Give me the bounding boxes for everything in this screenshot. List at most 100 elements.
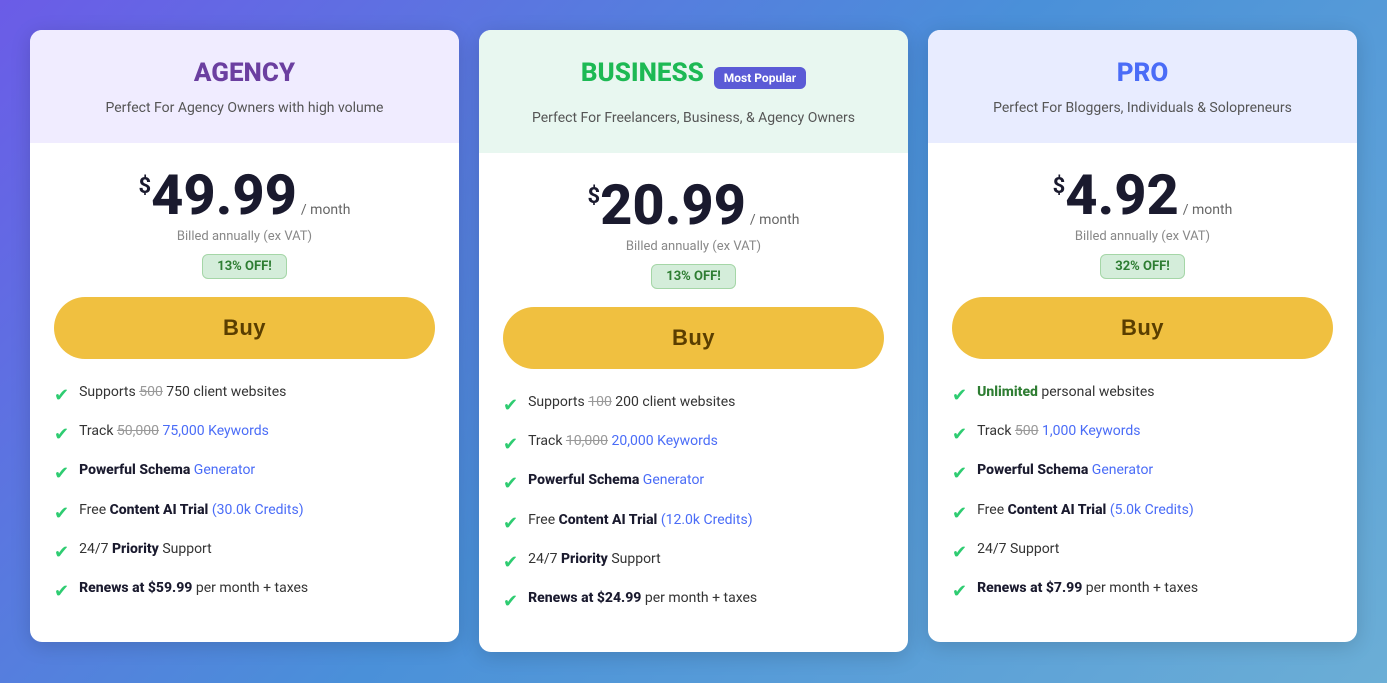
billed-text: Billed annually (ex VAT) bbox=[503, 239, 884, 254]
discount-row: 32% OFF! bbox=[952, 254, 1333, 297]
feature-text: Track 10,000 20,000 Keywords bbox=[528, 432, 884, 452]
feature-text: Free Content AI Trial (30.0k Credits) bbox=[79, 501, 435, 521]
feature-text: Renews at $7.99 per month + taxes bbox=[977, 579, 1333, 599]
feature-link[interactable]: Generator bbox=[194, 462, 255, 478]
feature-item: ✔ 24/7 Support bbox=[952, 540, 1333, 565]
feature-item: ✔ Renews at $7.99 per month + taxes bbox=[952, 579, 1333, 604]
buy-button-pro[interactable]: Buy bbox=[952, 297, 1333, 359]
plan-description: Perfect For Bloggers, Individuals & Solo… bbox=[952, 98, 1333, 119]
check-icon: ✔ bbox=[54, 383, 69, 408]
billed-text: Billed annually (ex VAT) bbox=[952, 229, 1333, 244]
plan-body-pro: $4.92/ monthBilled annually (ex VAT)32% … bbox=[928, 143, 1357, 642]
feature-text: Powerful Schema Generator bbox=[79, 461, 435, 481]
check-icon: ✔ bbox=[503, 432, 518, 457]
plan-name: AGENCY bbox=[54, 58, 435, 88]
price-currency: $ bbox=[139, 174, 152, 199]
plan-header-agency: AGENCYPerfect For Agency Owners with hig… bbox=[30, 30, 459, 143]
check-icon: ✔ bbox=[54, 540, 69, 565]
feature-text: Powerful Schema Generator bbox=[528, 471, 884, 491]
plan-name: BUSINESS bbox=[581, 58, 704, 88]
price-period: / month bbox=[750, 212, 800, 228]
check-icon: ✔ bbox=[952, 540, 967, 565]
feature-text: Renews at $24.99 per month + taxes bbox=[528, 589, 884, 609]
check-icon: ✔ bbox=[503, 393, 518, 418]
check-icon: ✔ bbox=[503, 550, 518, 575]
plan-body-business: $20.99/ month Billed annually (ex VAT) 13%… bbox=[479, 153, 908, 652]
feature-text: 24/7 Priority Support bbox=[79, 540, 435, 560]
feature-item: ✔ Track 10,000 20,000 Keywords bbox=[503, 432, 884, 457]
feature-text: Powerful Schema Generator bbox=[977, 461, 1333, 481]
feature-link[interactable]: 20,000 Keywords bbox=[612, 433, 718, 449]
price-period: / month bbox=[1183, 202, 1233, 218]
feature-link[interactable]: (5.0k Credits) bbox=[1110, 502, 1194, 518]
check-icon: ✔ bbox=[952, 501, 967, 526]
feature-item: ✔ Powerful Schema Generator bbox=[503, 471, 884, 496]
buy-button-business[interactable]: Buy bbox=[503, 307, 884, 369]
pricing-container: AGENCYPerfect For Agency Owners with hig… bbox=[20, 20, 1367, 662]
feature-link[interactable]: 1,000 Keywords bbox=[1042, 423, 1141, 439]
feature-item: ✔ Supports 100 200 client websites bbox=[503, 393, 884, 418]
feature-link[interactable]: (30.0k Credits) bbox=[212, 502, 304, 518]
discount-row: 13% OFF! bbox=[54, 254, 435, 297]
price-amount: 49.99 bbox=[151, 162, 297, 228]
plan-name: PRO bbox=[952, 58, 1333, 88]
check-icon: ✔ bbox=[54, 501, 69, 526]
price-row: $20.99/ month bbox=[503, 177, 884, 233]
check-icon: ✔ bbox=[54, 579, 69, 604]
feature-item: ✔ Renews at $24.99 per month + taxes bbox=[503, 589, 884, 614]
feature-link[interactable]: 75,000 Keywords bbox=[163, 423, 269, 439]
price-period: / month bbox=[301, 202, 351, 218]
plan-card-business: BUSINESSMost PopularPerfect For Freelanc… bbox=[479, 30, 908, 652]
price-currency: $ bbox=[1053, 174, 1066, 199]
check-icon: ✔ bbox=[503, 589, 518, 614]
feature-item: ✔ 24/7 Priority Support bbox=[54, 540, 435, 565]
plan-card-agency: AGENCYPerfect For Agency Owners with hig… bbox=[30, 30, 459, 642]
check-icon: ✔ bbox=[54, 422, 69, 447]
feature-item: ✔ Renews at $59.99 per month + taxes bbox=[54, 579, 435, 604]
discount-badge: 13% OFF! bbox=[202, 254, 287, 279]
check-icon: ✔ bbox=[952, 383, 967, 408]
feature-item: ✔ Free Content AI Trial (12.0k Credits) bbox=[503, 511, 884, 536]
discount-row: 13% OFF! bbox=[503, 264, 884, 307]
check-icon: ✔ bbox=[952, 579, 967, 604]
feature-text: 24/7 Support bbox=[977, 540, 1333, 560]
plan-header-business: BUSINESSMost PopularPerfect For Freelanc… bbox=[479, 30, 908, 153]
feature-text: Supports 100 200 client websites bbox=[528, 393, 884, 413]
price-row: $49.99/ month bbox=[54, 167, 435, 223]
feature-text: 24/7 Priority Support bbox=[528, 550, 884, 570]
price-amount: 20.99 bbox=[600, 172, 746, 238]
check-icon: ✔ bbox=[503, 471, 518, 496]
discount-badge: 32% OFF! bbox=[1100, 254, 1185, 279]
feature-text: Free Content AI Trial (5.0k Credits) bbox=[977, 501, 1333, 521]
feature-text: Unlimited personal websites bbox=[977, 383, 1333, 403]
feature-item: ✔ Powerful Schema Generator bbox=[54, 461, 435, 486]
feature-item: ✔ Supports 500 750 client websites bbox=[54, 383, 435, 408]
price-amount: 4.92 bbox=[1065, 162, 1178, 228]
feature-item: ✔ Track 500 1,000 Keywords bbox=[952, 422, 1333, 447]
features-list: ✔ Supports 100 200 client websites ✔ Track … bbox=[503, 393, 884, 614]
feature-text: Renews at $59.99 per month + taxes bbox=[79, 579, 435, 599]
feature-link[interactable]: Generator bbox=[643, 472, 704, 488]
feature-link[interactable]: (12.0k Credits) bbox=[661, 512, 753, 528]
buy-button-agency[interactable]: Buy bbox=[54, 297, 435, 359]
feature-item: ✔ Free Content AI Trial (30.0k Credits) bbox=[54, 501, 435, 526]
features-list: ✔ Supports 500 750 client websites ✔ Track … bbox=[54, 383, 435, 604]
feature-item: ✔ Free Content AI Trial (5.0k Credits) bbox=[952, 501, 1333, 526]
billed-text: Billed annually (ex VAT) bbox=[54, 229, 435, 244]
feature-text: Track 50,000 75,000 Keywords bbox=[79, 422, 435, 442]
feature-link[interactable]: Generator bbox=[1092, 462, 1153, 478]
feature-item: ✔ Unlimited personal websites bbox=[952, 383, 1333, 408]
price-row: $4.92/ month bbox=[952, 167, 1333, 223]
feature-item: ✔ 24/7 Priority Support bbox=[503, 550, 884, 575]
feature-text: Track 500 1,000 Keywords bbox=[977, 422, 1333, 442]
check-icon: ✔ bbox=[503, 511, 518, 536]
feature-text: Supports 500 750 client websites bbox=[79, 383, 435, 403]
feature-item: ✔Powerful Schema Generator bbox=[952, 461, 1333, 486]
features-list: ✔ Unlimited personal websites ✔ Track 500 1… bbox=[952, 383, 1333, 604]
check-icon: ✔ bbox=[54, 461, 69, 486]
feature-text: Free Content AI Trial (12.0k Credits) bbox=[528, 511, 884, 531]
plan-header-pro: PRO Perfect For Bloggers, Individuals & S… bbox=[928, 30, 1357, 143]
check-icon: ✔ bbox=[952, 422, 967, 447]
feature-item: ✔ Track 50,000 75,000 Keywords bbox=[54, 422, 435, 447]
plan-card-pro: PRO Perfect For Bloggers, Individuals & S… bbox=[928, 30, 1357, 642]
